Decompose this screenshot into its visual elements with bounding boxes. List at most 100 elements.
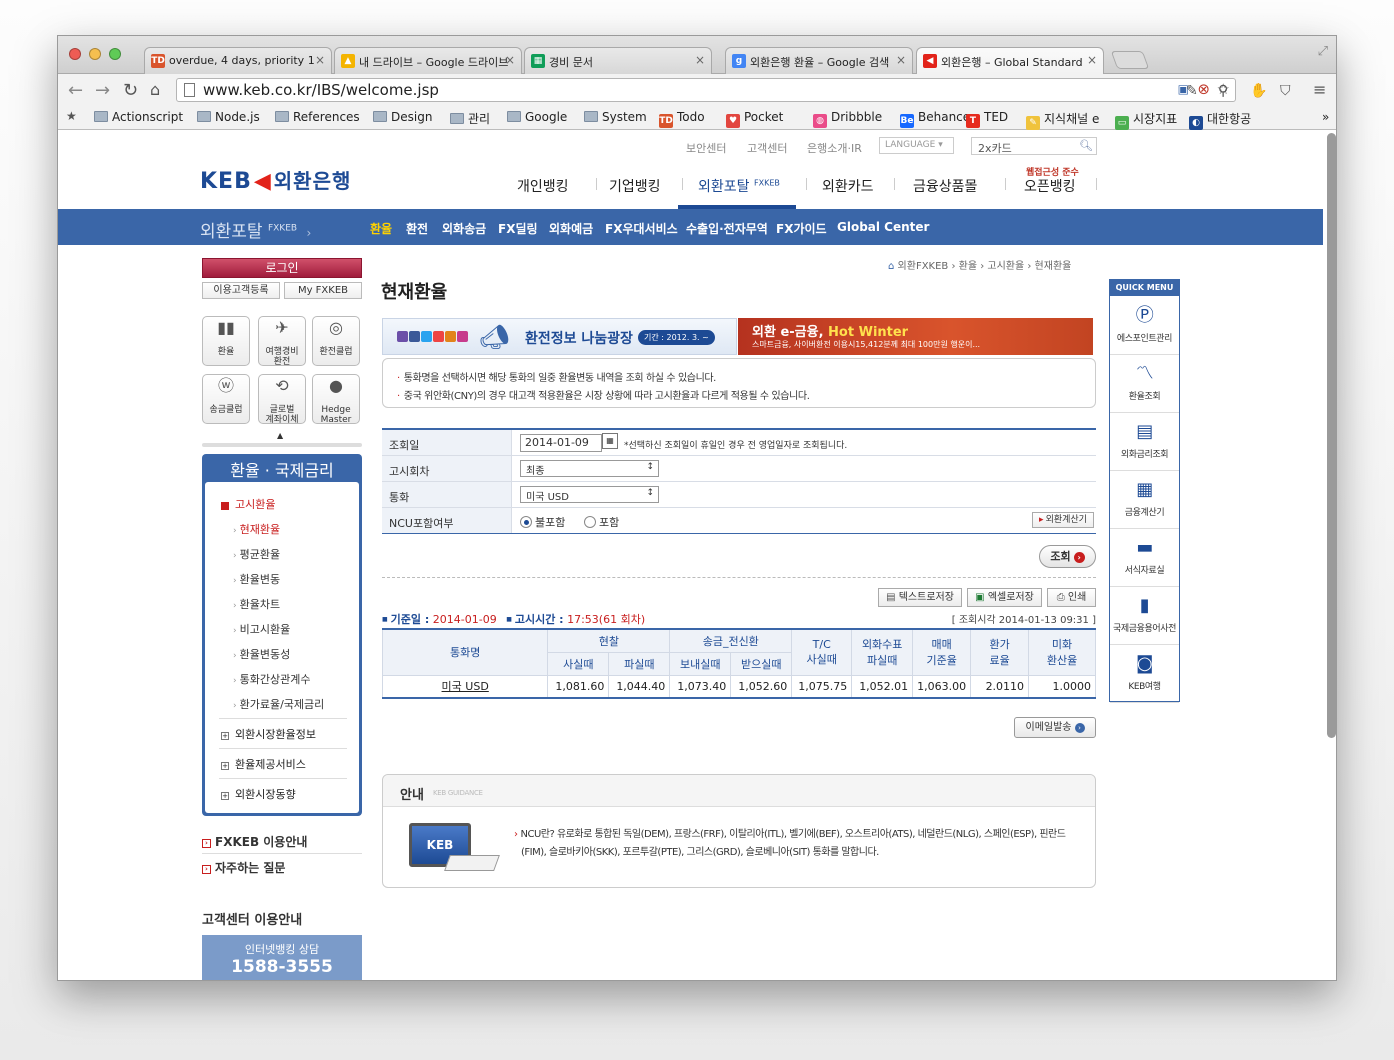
- sidebar-cat-rate-service[interactable]: + 환율제공서비스: [221, 756, 306, 772]
- ncu-exclude-radio[interactable]: 불포함: [520, 514, 565, 530]
- subnav-item[interactable]: FX가이드: [776, 220, 827, 237]
- close-tab-icon[interactable]: ×: [896, 53, 906, 67]
- gnb-fx-portal[interactable]: 외환포탈 FXKEB: [698, 176, 780, 196]
- sidebar-item[interactable]: 환율변동성: [233, 646, 291, 662]
- page-scrollbar[interactable]: [1327, 133, 1336, 738]
- quick-exchange-club-button[interactable]: ◎ 환전클럽: [312, 316, 360, 366]
- sidebar-item[interactable]: 환율변동: [233, 571, 280, 587]
- home-icon[interactable]: ⌂: [888, 261, 894, 272]
- save-excel-button[interactable]: ▣ 엑셀로저장: [967, 588, 1042, 607]
- gnb-card[interactable]: 외환카드: [822, 176, 874, 196]
- bookmark-item[interactable]: ✎ 지식채널 e: [1026, 110, 1099, 130]
- util-link-security[interactable]: 보안센터: [686, 140, 726, 156]
- sidebar-cat-market-trend[interactable]: + 외환시장동향: [221, 786, 296, 802]
- browser-tab[interactable]: TD overdue, 4 days, priority 1 ×: [144, 47, 332, 74]
- browser-tab[interactable]: ▲ 내 드라이브 – Google 드라이브 ×: [334, 47, 522, 74]
- browser-tab[interactable]: ▦ 경비 문서 ×: [524, 47, 712, 74]
- sidebar-cat-market-info[interactable]: + 외환시장환율정보: [221, 726, 316, 742]
- address-bar[interactable]: www.keb.co.kr/IBS/welcome.jsp ▣ ⊗ ☆: [176, 78, 1236, 102]
- search-icon[interactable]: 🔍︎: [1079, 139, 1093, 152]
- sidebar-item[interactable]: 평균환율: [233, 546, 280, 562]
- gnb-personal[interactable]: 개인뱅킹: [517, 176, 569, 196]
- subnav-item[interactable]: 외화예금: [549, 220, 593, 237]
- browser-tab[interactable]: ◀ 외환은행 – Global Standard ×: [916, 47, 1104, 74]
- hot-winter-banner[interactable]: 외환 e-금융, Hot Winter 스마트금융, 사이버환전 이용시15,4…: [738, 318, 1093, 355]
- sidebar-item[interactable]: 환율차트: [233, 596, 280, 612]
- bookmark-item[interactable]: ▭ 시장지표: [1115, 110, 1177, 130]
- bookmark-item[interactable]: TD Todo: [659, 110, 705, 128]
- gnb-corporate[interactable]: 기업뱅킹: [609, 176, 661, 196]
- block-icon[interactable]: ⊗: [1197, 80, 1210, 98]
- close-tab-icon[interactable]: ×: [695, 53, 705, 67]
- quick-hedge-master-button[interactable]: ● Hedge Master: [312, 374, 360, 425]
- minimize-window-icon[interactable]: [89, 48, 101, 60]
- gnb-mall[interactable]: 금융상품몰: [913, 176, 977, 196]
- util-link-support[interactable]: 고객센터: [747, 140, 787, 156]
- print-button[interactable]: ⎙ 인쇄: [1047, 588, 1096, 607]
- quick-menu-item[interactable]: ▦ 금융계산기: [1110, 471, 1179, 529]
- forward-icon[interactable]: →: [95, 80, 110, 101]
- subnav-item[interactable]: FX딜링: [498, 220, 538, 237]
- calendar-icon[interactable]: ▦: [602, 433, 618, 449]
- extension-icon[interactable]: ✋: [1250, 83, 1267, 99]
- date-input[interactable]: 2014-01-09: [520, 434, 602, 452]
- query-button[interactable]: 조회 ›: [1039, 545, 1096, 568]
- quick-menu-item[interactable]: ▤ 외화금리조회: [1110, 413, 1179, 471]
- zoom-window-icon[interactable]: [109, 48, 121, 60]
- bookmark-item[interactable]: Node.js: [197, 110, 260, 124]
- quick-menu-item[interactable]: 〽 환율조회: [1110, 355, 1179, 413]
- bookmark-item[interactable]: Be Behance: [900, 110, 970, 128]
- bookmark-item[interactable]: T TED: [966, 110, 1008, 128]
- subnav-item[interactable]: 외화송금: [442, 220, 486, 237]
- scroll-up-icon[interactable]: ▲: [277, 431, 283, 440]
- close-window-icon[interactable]: [69, 48, 81, 60]
- quick-airplane-button[interactable]: ✈ 여행경비 환전: [258, 316, 306, 367]
- currency-select[interactable]: 미국 USD: [520, 486, 659, 503]
- quick-menu-item[interactable]: Ⓟ 에스포인트관리: [1110, 297, 1179, 355]
- quick-exchange-rate-button[interactable]: ▮▮ 환율: [202, 316, 250, 366]
- close-tab-icon[interactable]: ×: [1087, 53, 1097, 67]
- reload-icon[interactable]: ↻: [123, 80, 138, 101]
- subnav-item[interactable]: 환전: [406, 220, 428, 237]
- new-tab-button[interactable]: [1110, 51, 1150, 69]
- close-tab-icon[interactable]: ×: [505, 53, 515, 67]
- fullscreen-icon[interactable]: ⤢: [1318, 44, 1328, 59]
- subnav-item[interactable]: Global Center: [837, 220, 929, 234]
- keb-logo[interactable]: KEB◀ 외환은행: [200, 165, 351, 194]
- quick-menu-item[interactable]: ▬ 서식자료실: [1110, 529, 1179, 587]
- quick-menu-item[interactable]: ◙ KEB여행: [1110, 645, 1179, 703]
- menu-icon[interactable]: ≡: [1313, 80, 1326, 99]
- quick-remit-club-button[interactable]: ⓦ 송금클럽: [202, 374, 250, 424]
- sidebar-item[interactable]: 비고시환율: [233, 621, 291, 637]
- sidebar-item[interactable]: 환가료율/국제금리: [233, 696, 325, 712]
- sidebar-item[interactable]: 통화간상관계수: [233, 671, 311, 687]
- login-button[interactable]: 로그인: [202, 258, 362, 278]
- sidebar-item[interactable]: 현재환율: [233, 521, 280, 537]
- bookmark-item[interactable]: References: [275, 110, 360, 124]
- subnav-item[interactable]: FX우대서비스: [605, 220, 678, 237]
- save-text-button[interactable]: ▤ 텍스트로저장: [878, 588, 962, 607]
- home-icon[interactable]: ⌂: [150, 80, 160, 99]
- subnav-item[interactable]: 환율: [370, 220, 392, 237]
- bookmark-item[interactable]: 관리: [450, 110, 490, 127]
- quick-global-transfer-button[interactable]: ⟲ 글로벌 계좌이체: [258, 374, 306, 425]
- bookmark-item[interactable]: System: [584, 110, 647, 124]
- close-tab-icon[interactable]: ×: [315, 53, 325, 67]
- bookmark-item[interactable]: ◐ 대한항공: [1189, 110, 1251, 130]
- bookmarks-more-button[interactable]: »: [1322, 110, 1329, 124]
- bookmark-item[interactable]: Actionscript: [94, 110, 183, 124]
- email-send-button[interactable]: 이메일발송 ›: [1014, 717, 1096, 738]
- quick-menu-item[interactable]: ▮ 국제금융용어사전: [1110, 587, 1179, 645]
- sidebar-cat-notice-rate[interactable]: − 고시환율: [221, 496, 275, 512]
- browser-tab[interactable]: g 외환은행 환율 – Google 검색 ×: [725, 47, 913, 74]
- bookmark-item[interactable]: ◍ Dribbble: [813, 110, 882, 128]
- util-link-about[interactable]: 은행소개·IR: [807, 140, 862, 156]
- subnav-item[interactable]: 수출입·전자무역: [686, 220, 768, 237]
- pocket-icon[interactable]: ⛉: [1280, 83, 1291, 99]
- eyedropper-icon[interactable]: ⚲: [1218, 83, 1228, 99]
- bookmark-item[interactable]: Google: [507, 110, 567, 124]
- my-fxkeb-button[interactable]: My FXKEB: [284, 282, 362, 299]
- fx-calculator-button[interactable]: 외환계산기: [1032, 512, 1094, 528]
- register-button[interactable]: 이용고객등록: [202, 282, 280, 299]
- fxkeb-guide-link[interactable]: › FXKEB 이용안내: [202, 833, 307, 850]
